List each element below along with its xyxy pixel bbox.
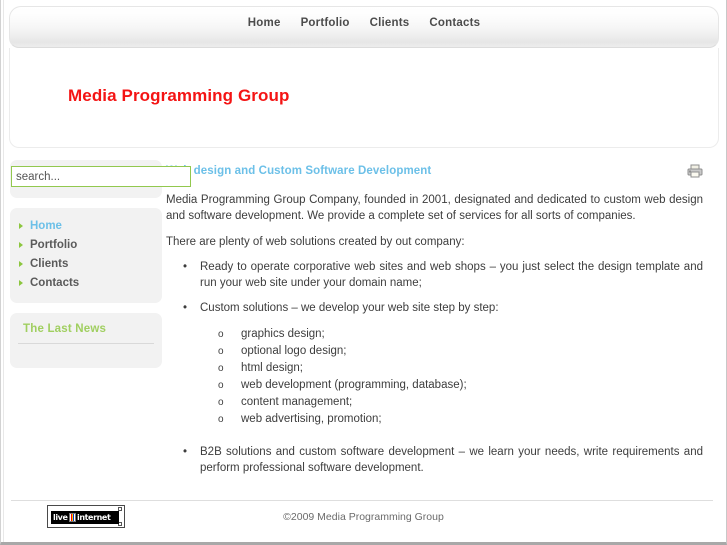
sidebar-item-clients[interactable]: Clients bbox=[10, 255, 162, 274]
sidebar-item-label: Home bbox=[30, 220, 62, 232]
search-input[interactable] bbox=[11, 166, 191, 187]
bullet-icon: • bbox=[183, 302, 188, 314]
printer-icon[interactable] bbox=[687, 164, 703, 179]
last-news-title: The Last News bbox=[23, 323, 107, 335]
bullet-icon: • bbox=[183, 261, 188, 273]
sub-list-item-text: graphics design; bbox=[241, 328, 325, 340]
list-item-text: B2B solutions and custom software develo… bbox=[200, 446, 703, 474]
sidebar-item-label: Clients bbox=[30, 258, 69, 270]
nav-list: Home Portfolio Clients Contacts bbox=[10, 17, 718, 29]
main-content: Web design and Custom Software Developme… bbox=[166, 160, 712, 476]
sub-list-item-text: optional logo design; bbox=[241, 345, 347, 357]
list-item: • Ready to operate corporative web sites… bbox=[180, 259, 703, 291]
sub-list: o graphics design; o optional logo desig… bbox=[166, 326, 712, 428]
arrow-right-icon bbox=[19, 261, 23, 267]
top-navigation-bar: Home Portfolio Clients Contacts bbox=[9, 6, 719, 48]
sub-list-item: o html design; bbox=[218, 360, 712, 377]
sub-list-item-text: web development (programming, database); bbox=[241, 379, 467, 391]
list-item-text: Custom solutions – we develop your web s… bbox=[200, 302, 499, 314]
circle-bullet-icon: o bbox=[218, 414, 224, 425]
sidebar-item-label: Portfolio bbox=[30, 239, 78, 251]
sidebar-item-label: Contacts bbox=[30, 277, 80, 289]
sub-list-item: o content management; bbox=[218, 394, 712, 411]
content-header: Web design and Custom Software Developme… bbox=[166, 160, 712, 182]
site-logo[interactable]: Media Programming Group bbox=[68, 86, 289, 106]
circle-bullet-icon: o bbox=[218, 380, 224, 391]
sub-list-item: o web advertising, promotion; bbox=[218, 411, 712, 428]
circle-bullet-icon: o bbox=[218, 397, 224, 408]
page-root: Home Portfolio Clients Contacts Media Pr… bbox=[0, 0, 727, 545]
last-news-panel: The Last News bbox=[10, 313, 162, 368]
nav-item-home[interactable]: Home bbox=[238, 17, 291, 29]
sub-list-item-text: web advertising, promotion; bbox=[241, 413, 382, 425]
divider bbox=[18, 343, 154, 344]
sidebar-item-portfolio[interactable]: Portfolio bbox=[10, 236, 162, 255]
sub-list-item-text: content management; bbox=[241, 396, 353, 408]
copyright-text: ©2009 Media Programming Group bbox=[283, 511, 444, 523]
nav-item-portfolio[interactable]: Portfolio bbox=[291, 17, 360, 29]
arrow-right-icon bbox=[19, 280, 23, 286]
sidebar: Home Portfolio Clients Contacts The Last… bbox=[10, 160, 191, 378]
sidebar-menu: Home Portfolio Clients Contacts bbox=[10, 208, 162, 303]
sub-list-item: o optional logo design; bbox=[218, 343, 712, 360]
sidebar-item-home[interactable]: Home bbox=[10, 217, 162, 236]
sub-list-item: o graphics design; bbox=[218, 326, 712, 343]
list-item-text: Ready to operate corporative web sites a… bbox=[200, 261, 703, 289]
intro-paragraph: Media Programming Group Company, founded… bbox=[166, 194, 703, 222]
arrow-right-icon bbox=[19, 223, 23, 229]
nav-item-clients[interactable]: Clients bbox=[360, 17, 420, 29]
circle-bullet-icon: o bbox=[218, 363, 224, 374]
solutions-lead-paragraph: There are plenty of web solutions create… bbox=[166, 236, 465, 248]
page-title: Web design and Custom Software Developme… bbox=[166, 165, 432, 177]
nav-item-contacts[interactable]: Contacts bbox=[419, 17, 490, 29]
circle-bullet-icon: o bbox=[218, 346, 224, 357]
footer-divider bbox=[11, 500, 713, 501]
bullet-icon: • bbox=[183, 446, 188, 458]
sub-list-item: o web development (programming, database… bbox=[218, 377, 712, 394]
list-item: • B2B solutions and custom software deve… bbox=[180, 444, 703, 476]
search-panel bbox=[10, 160, 191, 198]
list-item: • Custom solutions – we develop your web… bbox=[180, 300, 703, 316]
circle-bullet-icon: o bbox=[218, 329, 224, 340]
sub-list-item-text: html design; bbox=[241, 362, 304, 374]
arrow-right-icon bbox=[19, 242, 23, 248]
masthead-banner: Media Programming Group bbox=[9, 48, 719, 148]
sidebar-item-contacts[interactable]: Contacts bbox=[10, 274, 162, 293]
